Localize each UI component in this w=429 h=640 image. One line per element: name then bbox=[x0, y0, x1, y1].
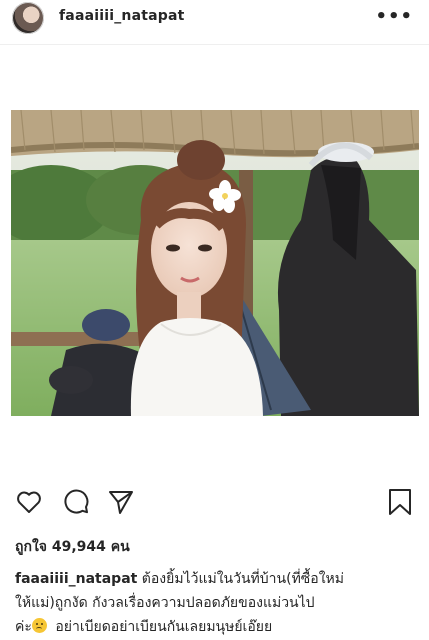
caption-text-3b: อย่าเบียดอย่าเบียนกันเลยมนุษย์เอ๊ยย bbox=[55, 619, 273, 635]
post-username[interactable]: faaaiiii_natapat bbox=[59, 8, 185, 24]
avatar[interactable] bbox=[12, 2, 44, 34]
header-divider bbox=[0, 44, 429, 45]
caption-username[interactable]: faaaiiii_natapat bbox=[15, 571, 137, 587]
post-header: faaaiiii_natapat ••• bbox=[0, 0, 429, 36]
caption-text-3a: ค่ะ bbox=[15, 619, 32, 635]
disappointed-face-emoji bbox=[31, 618, 47, 633]
post-photo[interactable] bbox=[11, 110, 419, 416]
caption-line-1: faaaiiii_natapat ต้องยิ้มไว้แม่ในวันที่บ… bbox=[15, 567, 419, 591]
heart-icon[interactable] bbox=[15, 488, 43, 516]
bookmark-icon[interactable] bbox=[387, 488, 413, 516]
likes-count[interactable]: ถูกใจ 49,944 คน bbox=[15, 536, 130, 558]
caption-text-1: ต้องยิ้มไว้แม่ในวันที่บ้าน(ที่ซื้อใหม่ bbox=[141, 571, 344, 587]
caption-line-3: ค่ะ อย่าเบียดอย่าเบียนกันเลยมนุษย์เอ๊ยย bbox=[15, 615, 419, 639]
caption-line-2: ให้แม่)ถูกงัด กังวลเรื่องความปลอดภัยของแ… bbox=[15, 595, 315, 611]
post-actions-bar bbox=[0, 488, 429, 522]
share-icon[interactable] bbox=[107, 488, 135, 516]
post-caption: faaaiiii_natapat ต้องยิ้มไว้แม่ในวันที่บ… bbox=[15, 567, 419, 639]
more-options-button[interactable]: ••• bbox=[375, 6, 413, 27]
comment-icon[interactable] bbox=[62, 488, 90, 516]
